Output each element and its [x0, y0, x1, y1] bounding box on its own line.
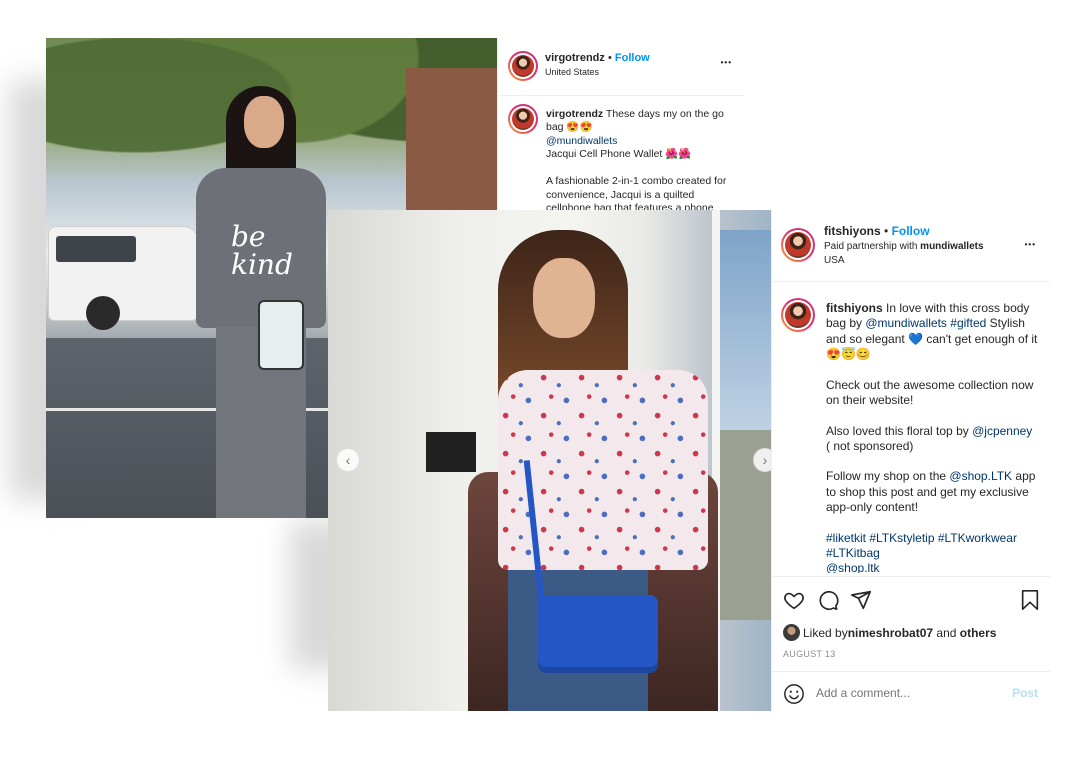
username[interactable]: virgotrendz — [545, 52, 605, 64]
chevron-left-icon[interactable]: ‹ — [336, 448, 360, 472]
caption-username[interactable]: fitshiyons — [826, 301, 883, 315]
likes-row: Liked by nimeshrobat07 and others — [783, 624, 996, 641]
caption-description: A fashionable 2-in-1 combo created for c… — [546, 175, 727, 215]
woman-face — [533, 258, 595, 338]
partner-link[interactable]: mundiwallets — [920, 241, 983, 252]
location-label[interactable]: United States — [545, 67, 599, 77]
mention-link-jcpenney[interactable]: @jcpenney — [972, 424, 1032, 438]
username[interactable]: fitshiyons — [824, 224, 881, 238]
caption: fitshiyons In love with this cross body … — [826, 301, 1046, 573]
comment-icon[interactable] — [817, 589, 839, 611]
avatar[interactable] — [781, 228, 815, 262]
bookmark-icon[interactable] — [1020, 589, 1040, 611]
more-options-icon[interactable]: ••• — [721, 58, 732, 67]
follow-button[interactable]: Follow — [892, 224, 930, 238]
caption-para-2: Check out the awesome collection now on … — [826, 377, 1034, 407]
share-icon[interactable] — [850, 589, 872, 611]
mention-link[interactable]: @mundiwallets — [865, 316, 947, 330]
caption-avatar[interactable] — [781, 298, 815, 332]
partnership-label: Paid partnership with mundiwallets — [824, 241, 984, 252]
post-button[interactable]: Post — [1012, 686, 1038, 700]
liked-by-user[interactable]: nimeshrobat07 — [848, 626, 933, 640]
caption-para-3-tail: ( not sponsored) — [826, 438, 914, 453]
comment-input[interactable] — [816, 682, 996, 704]
post-date[interactable]: AUGUST 13 — [783, 649, 836, 659]
liker-avatar[interactable] — [783, 624, 800, 641]
suv-window — [56, 236, 136, 262]
caption-product: Jacqui Cell Phone Wallet 🌺🌺 — [546, 148, 692, 161]
heart-icon[interactable] — [783, 589, 805, 611]
dark-tv — [426, 432, 476, 472]
emoji-icon[interactable] — [783, 683, 805, 705]
post-photo-fitshiyons[interactable]: ‹ — [328, 210, 771, 711]
location-label[interactable]: USA — [824, 255, 845, 266]
hashtag-link[interactable]: #gifted — [950, 316, 986, 330]
mention-link[interactable]: @mundiwallets — [546, 135, 617, 147]
caption-avatar[interactable] — [508, 104, 538, 134]
caption-para-3: Also loved this floral top by — [826, 423, 969, 438]
caption: virgotrendz These days my on the go bag … — [546, 108, 738, 216]
woman-face — [244, 96, 284, 148]
suv-wheel — [86, 296, 120, 330]
blue-crossbody-bag — [538, 595, 658, 673]
more-options-icon[interactable]: ••• — [1025, 240, 1036, 249]
likes-prefix: Liked by — [803, 625, 848, 640]
caption-username[interactable]: virgotrendz — [546, 108, 603, 120]
comment-bar: Post — [772, 671, 1050, 712]
avatar[interactable] — [508, 51, 538, 81]
separator-dot: • — [607, 52, 612, 64]
separator-dot: • — [884, 224, 889, 238]
phone-wallet-bag — [258, 300, 304, 370]
action-bar: Liked by nimeshrobat07 and others AUGUST… — [772, 576, 1050, 711]
instagram-post-fitshiyons: ‹ › fitshiyons • Follow Paid partnership… — [328, 210, 1050, 711]
hashtag-list[interactable]: #liketkit #LTKstyletip #LTKworkwear #LTK… — [826, 531, 1017, 560]
post-sidebar-fitshiyons: fitshiyons • Follow Paid partnership wit… — [771, 210, 1050, 711]
mention-link-tail[interactable]: @shop.ltk — [826, 561, 880, 573]
shirt-text: be kind — [231, 220, 293, 281]
mention-link-shopltk[interactable]: @shop.LTK — [949, 469, 1012, 483]
building — [406, 68, 497, 228]
post-header: virgotrendz • Follow United States ••• — [498, 38, 744, 96]
follow-button[interactable]: Follow — [615, 52, 650, 64]
likes-others[interactable]: others — [960, 626, 997, 640]
likes-and: and — [933, 625, 960, 640]
window-sky — [718, 230, 771, 460]
post-header: fitshiyons • Follow Paid partnership wit… — [772, 210, 1050, 282]
caption-para-4: Follow my shop on the — [826, 469, 947, 484]
partnership-prefix: Paid partnership with — [824, 241, 921, 252]
